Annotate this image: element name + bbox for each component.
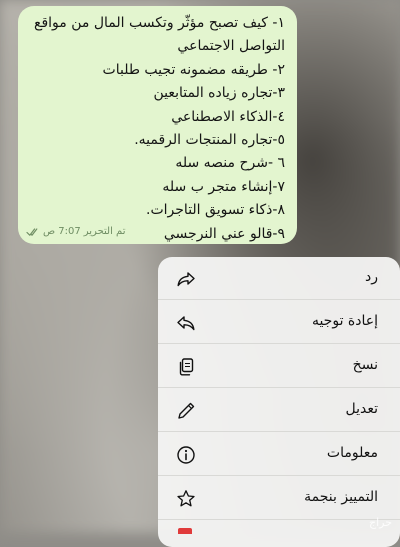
menu-item-label: رد (365, 269, 378, 285)
menu-item-delete[interactable] (158, 525, 400, 547)
message-bubble[interactable]: ١- كيف تصبح مؤثّر وتكسب المال من مواقع ا… (18, 6, 297, 244)
message-line: ٤-الذكاء الاصطناعي (171, 108, 285, 125)
menu-item-star[interactable]: التمييز بنجمة (158, 477, 400, 520)
double-check-icon (26, 227, 40, 237)
menu-item-label: التمييز بنجمة (304, 489, 378, 505)
message-meta: تم التحرير 7:07 ص (26, 226, 125, 237)
message-line: ٨-ذكاء تسويق التاجرات. (146, 202, 285, 219)
edited-label: تم التحرير (83, 226, 126, 237)
message-line: التواصل الاجتماعي (177, 38, 285, 55)
star-icon (175, 488, 197, 510)
forward-icon (175, 312, 197, 334)
watermark-logo: حراج (368, 516, 392, 529)
message-line: ٧-إنشاء متجر ب سله (162, 178, 285, 195)
message-line: ١- كيف تصبح مؤثّر وتكسب المال من مواقع (34, 15, 285, 31)
menu-item-forward[interactable]: إعادة توجيه (158, 301, 400, 344)
message-line: ٦ -شرح منصه سله (175, 155, 285, 172)
reply-icon (175, 268, 197, 290)
menu-item-copy[interactable]: نسخ (158, 345, 400, 388)
menu-item-label: نسخ (352, 357, 378, 373)
menu-item-reply[interactable]: رد (158, 257, 400, 300)
trash-icon (178, 528, 192, 534)
pencil-icon (175, 400, 197, 422)
message-line: ٣-تجاره زياده المتابعين (153, 85, 285, 102)
info-icon (175, 444, 197, 466)
menu-item-label: معلومات (326, 445, 378, 461)
message-context-menu: رد إعادة توجيه نسخ تعديل معلومات التمييز… (158, 257, 400, 547)
message-time: 7:07 ص (43, 226, 81, 237)
message-line: ٥-تجاره المنتجات الرقميه. (134, 132, 285, 149)
menu-item-label: تعديل (345, 401, 379, 417)
message-line: ٢- طريقه مضمونه تجيب طلبات (102, 61, 285, 78)
copy-icon (175, 356, 197, 378)
menu-item-info[interactable]: معلومات (158, 433, 400, 476)
menu-item-label: إعادة توجيه (311, 313, 378, 329)
menu-item-edit[interactable]: تعديل (158, 389, 400, 432)
